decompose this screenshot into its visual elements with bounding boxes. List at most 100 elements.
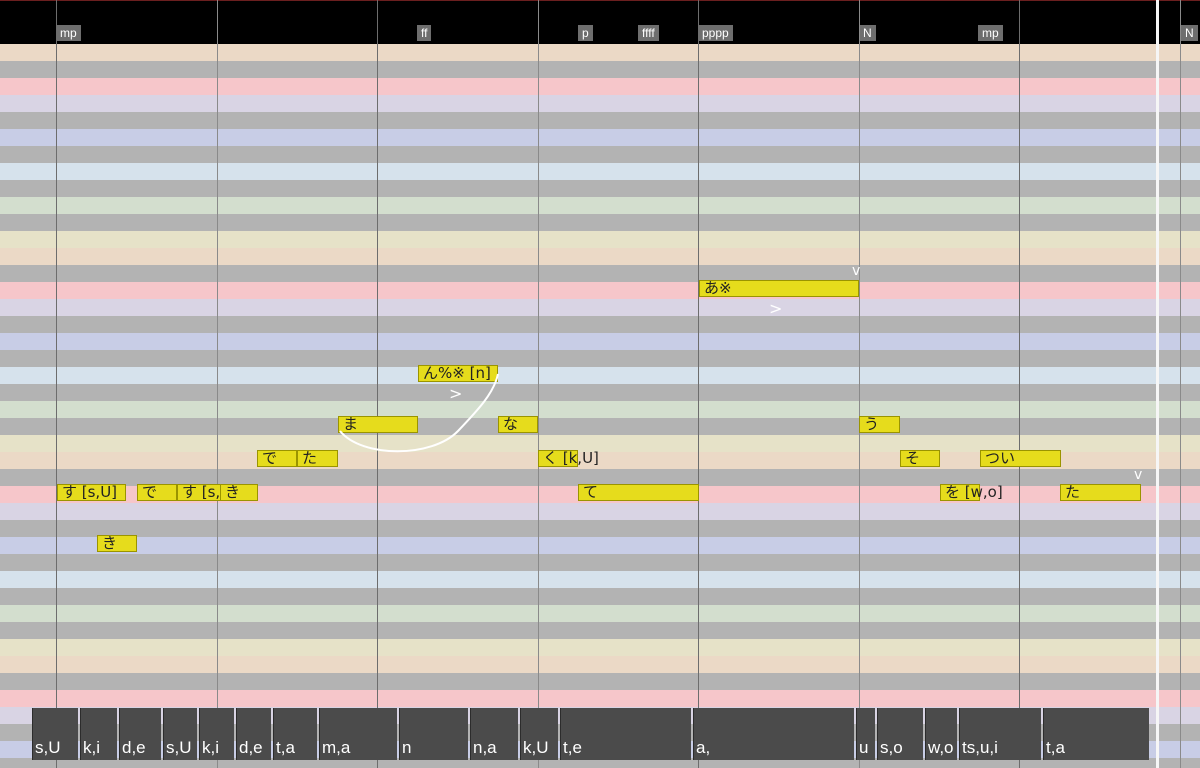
dynamics-marker[interactable]: pppp: [698, 25, 733, 41]
dynamics-marker[interactable]: N: [1181, 25, 1198, 41]
phoneme-block[interactable]: d,e: [236, 708, 271, 760]
pitch-row: [0, 503, 1200, 520]
note-lyric: す [s,: [182, 483, 221, 501]
note-lyric: を [w,o]: [945, 483, 1003, 501]
phoneme-label: t,e: [563, 738, 582, 757]
note-lyric: き: [225, 483, 241, 501]
dynamics-marker[interactable]: N: [859, 25, 876, 41]
note[interactable]: ま: [338, 416, 418, 433]
pitch-row: [0, 163, 1200, 180]
accent-mark[interactable]: >: [449, 386, 462, 402]
note[interactable]: そ: [900, 450, 940, 467]
phoneme-block[interactable]: s,U: [32, 708, 78, 760]
note[interactable]: つい: [980, 450, 1061, 467]
pitch-row: [0, 214, 1200, 231]
note-lyric: た: [1065, 483, 1081, 501]
phoneme-label: t,a: [1046, 738, 1065, 757]
note[interactable]: き: [220, 484, 258, 501]
phoneme-block[interactable]: n: [399, 708, 468, 760]
phoneme-block[interactable]: s,o: [877, 708, 923, 760]
pitch-row: [0, 95, 1200, 112]
phoneme-block[interactable]: t,a: [1043, 708, 1149, 760]
pitch-row: [0, 129, 1200, 146]
note-lyric: す [s,U]: [62, 483, 118, 501]
phoneme-block[interactable]: k,i: [80, 708, 117, 760]
dynamics-lane[interactable]: mp ff p ffff pppp N mp N: [0, 0, 1200, 44]
phoneme-label: n: [402, 738, 412, 757]
pitch-row: [0, 350, 1200, 367]
pitch-row: [0, 367, 1200, 384]
note[interactable]: き: [97, 535, 137, 552]
pitch-row: [0, 605, 1200, 622]
beat-line: [538, 0, 539, 768]
pitch-row: [0, 146, 1200, 163]
note-lyric: で: [142, 483, 158, 501]
note-lyric: ま: [343, 415, 359, 433]
note[interactable]: あ※: [699, 280, 859, 297]
playhead[interactable]: [1156, 0, 1159, 768]
note[interactable]: た: [297, 450, 338, 467]
pitch-row: [0, 78, 1200, 95]
accent-mark[interactable]: >: [769, 301, 782, 317]
phoneme-label: s,U: [35, 738, 61, 757]
pitch-row: [0, 639, 1200, 656]
phoneme-block[interactable]: t,e: [560, 708, 691, 760]
note[interactable]: く [k,U]: [538, 450, 599, 467]
pitch-row: [0, 384, 1200, 401]
note[interactable]: た: [1060, 484, 1141, 501]
phoneme-block[interactable]: d,e: [119, 708, 161, 760]
phoneme-block[interactable]: n,a: [470, 708, 518, 760]
phoneme-block[interactable]: a,: [693, 708, 854, 760]
pitch-row: [0, 571, 1200, 588]
note[interactable]: す [s,: [177, 484, 221, 501]
dynamics-marker[interactable]: p: [578, 25, 593, 41]
pitch-row: [0, 588, 1200, 605]
phoneme-block[interactable]: k,i: [199, 708, 234, 760]
phoneme-label: k,i: [83, 738, 100, 757]
note[interactable]: を [w,o]: [940, 484, 1003, 501]
note-lyric: き: [102, 534, 118, 552]
phoneme-label: w,o: [928, 738, 954, 757]
beat-line: [859, 0, 860, 768]
phoneme-label: u: [859, 738, 869, 757]
phoneme-lane[interactable]: s,U k,i d,e s,U k,i d,e t,a m,a n n,a k,…: [0, 706, 1200, 762]
note[interactable]: ん%※ [n]: [418, 365, 498, 382]
pitch-row: [0, 673, 1200, 690]
note[interactable]: で: [257, 450, 297, 467]
marcato-mark[interactable]: v: [852, 264, 860, 278]
pitch-rows: [0, 0, 1200, 768]
note-lyric: あ※: [704, 279, 732, 297]
phoneme-block[interactable]: m,a: [319, 708, 397, 760]
piano-roll[interactable]: mp ff p ffff pppp N mp N す [s,U] で す [s,…: [0, 0, 1200, 768]
phoneme-block[interactable]: t,a: [273, 708, 317, 760]
pitch-row: [0, 690, 1200, 707]
note-lyric: く [k,U]: [543, 449, 599, 467]
pitch-row: [0, 299, 1200, 316]
dynamics-marker[interactable]: mp: [56, 25, 81, 41]
phoneme-label: t,a: [276, 738, 295, 757]
phoneme-block[interactable]: u: [856, 708, 875, 760]
phoneme-block[interactable]: ts,u,i: [959, 708, 1041, 760]
dynamics-marker[interactable]: ff: [417, 25, 432, 41]
pitch-row: [0, 282, 1200, 299]
note-lyric: で: [262, 449, 278, 467]
phoneme-label: m,a: [322, 738, 351, 757]
pitch-row: [0, 197, 1200, 214]
note-lyric: つい: [985, 449, 1016, 467]
note-lyric: て: [583, 483, 599, 501]
note[interactable]: な: [498, 416, 538, 433]
marcato-mark[interactable]: v: [1134, 468, 1142, 482]
pitch-row: [0, 248, 1200, 265]
phoneme-block[interactable]: s,U: [163, 708, 197, 760]
dynamics-marker[interactable]: mp: [978, 25, 1003, 41]
phoneme-block[interactable]: w,o: [925, 708, 957, 760]
note[interactable]: う: [859, 416, 900, 433]
note[interactable]: て: [578, 484, 699, 501]
note[interactable]: す [s,U]: [57, 484, 126, 501]
note[interactable]: で: [137, 484, 177, 501]
phoneme-label: k,i: [202, 738, 219, 757]
dynamics-marker[interactable]: ffff: [638, 25, 659, 41]
pitch-row: [0, 418, 1200, 435]
measure-line: [698, 0, 699, 768]
phoneme-block[interactable]: k,U: [520, 708, 558, 760]
